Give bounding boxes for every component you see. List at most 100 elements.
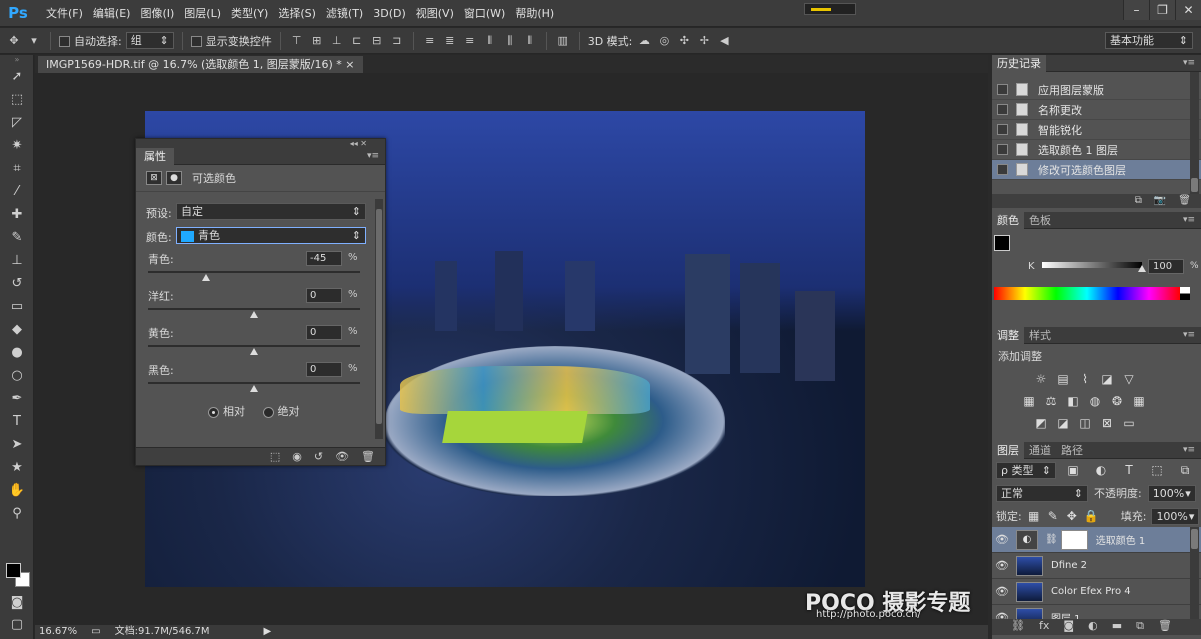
marquee-tool-icon[interactable]: ⬚ — [0, 88, 34, 111]
screen-mode-icon[interactable]: ▢ — [0, 613, 34, 636]
layer-thumbnail[interactable] — [1016, 555, 1043, 576]
layer-name[interactable]: 图层 1 — [1051, 610, 1081, 619]
lock-transparent-icon[interactable]: ▦ — [1027, 509, 1041, 523]
lasso-tool-icon[interactable]: ◸ — [0, 111, 34, 134]
slider-value-input[interactable]: 0 — [306, 362, 342, 377]
properties-panel[interactable]: ◂◂ ✕ 属性 ▾≡ ⊠ ● 可选颜色 预设: 自定 ⇕ 颜色: 青色 ⇕ 青色: -… — [135, 138, 386, 466]
menu-item[interactable]: 文件(F) — [41, 0, 88, 27]
auto-select-dropdown[interactable]: 组 ⇕ — [125, 32, 174, 49]
foreground-color-swatch[interactable] — [994, 235, 1010, 251]
history-item[interactable]: 选取颜色 1 图层 — [992, 140, 1201, 160]
slide-3d-icon[interactable]: ✢ — [696, 33, 712, 49]
type-tool-icon[interactable]: T — [0, 410, 34, 433]
trash-icon[interactable]: 🗑 — [361, 450, 375, 463]
absolute-radio[interactable]: 绝对 — [262, 405, 300, 418]
distribute-top-icon[interactable]: ≡ — [422, 33, 438, 49]
show-transform-checkbox[interactable]: 显示变换控件 — [190, 33, 272, 49]
filter-shape-icon[interactable]: ⬚ — [1150, 463, 1164, 477]
color-balance-icon[interactable]: ⚖ — [1044, 394, 1058, 408]
slider-thumb[interactable] — [250, 311, 258, 318]
zoom-level[interactable]: 16.67% — [39, 625, 77, 639]
align-hcenter-icon[interactable]: ⊟ — [369, 33, 385, 49]
reset-icon[interactable]: ↺ — [314, 450, 323, 463]
slider-thumb[interactable] — [250, 385, 258, 392]
hue-saturation-icon[interactable]: ▦ — [1022, 394, 1036, 408]
lock-image-icon[interactable]: ✎ — [1046, 509, 1060, 523]
move-tool-icon[interactable]: ➚ — [0, 65, 34, 88]
slider-value-input[interactable]: 0 — [306, 288, 342, 303]
properties-scrollbar[interactable] — [375, 199, 383, 439]
color-spectrum-bar[interactable] — [994, 287, 1180, 300]
slider-thumb[interactable] — [250, 348, 258, 355]
k-slider[interactable] — [1042, 262, 1146, 272]
drag-3d-icon[interactable]: ✣ — [676, 33, 692, 49]
hand-tool-icon[interactable]: ✋ — [0, 479, 34, 502]
history-item[interactable]: 修改可选颜色图层 — [992, 160, 1201, 180]
clip-to-layer-icon[interactable]: ⬚ — [270, 450, 280, 463]
blend-mode-dropdown[interactable]: 正常 ⇕ — [996, 484, 1088, 502]
align-vcenter-icon[interactable]: ⊞ — [309, 33, 325, 49]
menu-item[interactable]: 3D(D) — [368, 0, 411, 27]
slider-track[interactable] — [148, 308, 360, 318]
black-white-icon[interactable]: ◧ — [1066, 394, 1080, 408]
gradient-map-icon[interactable]: ▭ — [1122, 416, 1136, 430]
blur-tool-icon[interactable]: ● — [0, 341, 34, 364]
filter-type-icon[interactable]: T — [1122, 463, 1136, 477]
menu-item[interactable]: 图像(I) — [135, 0, 179, 27]
minimize-button[interactable]: – — [1123, 0, 1149, 20]
color-dropdown[interactable]: 青色 ⇕ — [176, 227, 366, 244]
new-group-icon[interactable]: ▬ — [1112, 619, 1122, 635]
roll-3d-icon[interactable]: ◎ — [656, 33, 672, 49]
visibility-eye-icon[interactable]: 👁 — [992, 611, 1012, 619]
paths-tab[interactable]: 路径 — [1056, 442, 1088, 459]
restore-button[interactable]: ❐ — [1149, 0, 1175, 20]
menu-item[interactable]: 图层(L) — [179, 0, 226, 27]
visibility-eye-icon[interactable]: 👁 — [992, 533, 1012, 546]
lock-position-icon[interactable]: ✥ — [1065, 509, 1079, 523]
panel-menu-icon[interactable]: ▾≡ — [367, 151, 379, 161]
lock-all-icon[interactable]: 🔒 — [1084, 509, 1099, 523]
mask-icon[interactable]: ● — [166, 171, 182, 185]
slider-track[interactable] — [148, 271, 360, 281]
add-mask-icon[interactable]: ◙ — [1063, 619, 1074, 635]
layer-name[interactable]: Dfine 2 — [1051, 560, 1087, 571]
distribute-vcenter-icon[interactable]: ≣ — [442, 33, 458, 49]
layer-thumbnail[interactable] — [1016, 607, 1043, 619]
channels-tab[interactable]: 通道 — [1024, 442, 1056, 459]
color-tab[interactable]: 颜色 — [992, 211, 1024, 229]
opacity-input[interactable]: 100% ▾ — [1147, 484, 1196, 502]
close-button[interactable]: ✕ — [1175, 0, 1201, 20]
collapse-handle[interactable]: » — [0, 55, 34, 65]
curves-icon[interactable]: ⌇ — [1078, 372, 1092, 386]
menu-item[interactable]: 帮助(H) — [510, 0, 559, 27]
visibility-eye-icon[interactable]: 👁 — [992, 585, 1012, 598]
exposure-icon[interactable]: ◪ — [1100, 372, 1114, 386]
layer-thumbnail[interactable] — [1016, 581, 1043, 602]
align-right-icon[interactable]: ⊐ — [389, 33, 405, 49]
layers-scrollbar[interactable] — [1190, 527, 1199, 619]
history-item[interactable]: 应用图层蒙版 — [992, 80, 1201, 100]
foreground-color-swatch[interactable] — [6, 563, 21, 578]
history-brush-source-box[interactable] — [997, 164, 1008, 175]
layer-mask-thumbnail[interactable] — [1060, 529, 1088, 550]
menu-item[interactable]: 滤镜(T) — [321, 0, 368, 27]
close-icon[interactable]: × — [345, 58, 354, 71]
move-tool-icon[interactable]: ✥ — [6, 33, 22, 49]
crop-tool-icon[interactable]: ⌗ — [0, 157, 34, 180]
color-swatches[interactable] — [6, 563, 30, 587]
distribute-right-icon[interactable]: ⦀ — [522, 33, 538, 49]
scale-3d-icon[interactable]: ◀ — [716, 33, 732, 49]
color-lookup-icon[interactable]: ▦ — [1132, 394, 1146, 408]
quick-mask-icon[interactable]: ◙ — [0, 591, 34, 614]
link-icon[interactable]: ⛓ — [1045, 534, 1058, 545]
visibility-icon[interactable]: 👁 — [335, 450, 349, 463]
paint-bucket-tool-icon[interactable]: ◆ — [0, 318, 34, 341]
auto-select-checkbox[interactable]: 自动选择: — [59, 33, 122, 49]
dodge-tool-icon[interactable]: ○ — [0, 364, 34, 387]
pen-tool-icon[interactable]: ✒ — [0, 387, 34, 410]
invert-icon[interactable]: ◩ — [1034, 416, 1048, 430]
snapshot-icon[interactable]: 📷 — [1154, 194, 1166, 208]
align-top-icon[interactable]: ⊤ — [289, 33, 305, 49]
new-layer-icon[interactable]: ⧉ — [1136, 619, 1144, 635]
distribute-bottom-icon[interactable]: ≡ — [462, 33, 478, 49]
